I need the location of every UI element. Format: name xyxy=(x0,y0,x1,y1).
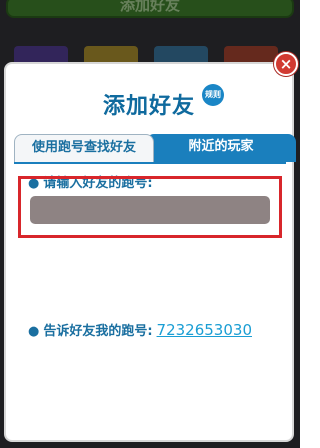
app-screen: 添加好友 添加好友 规则 使用跑号查找好友 附近的玩家 ● 请输入好友的跑号: ●… xyxy=(0,0,300,448)
tab-nearby-players[interactable]: 附近的玩家 xyxy=(146,134,296,162)
close-icon[interactable]: × xyxy=(274,52,298,76)
tab-search-by-runner-id[interactable]: 使用跑号查找好友 xyxy=(14,134,154,162)
add-friend-dialog: 添加好友 规则 使用跑号查找好友 附近的玩家 ● 请输入好友的跑号: ● 告诉好友我… xyxy=(4,62,296,442)
rules-icon[interactable]: 规则 xyxy=(202,84,224,106)
my-runner-id-row: ● 告诉好友我的跑号: 7232653030 xyxy=(28,320,252,339)
tab-bar: 使用跑号查找好友 附近的玩家 xyxy=(14,134,296,162)
my-runner-id-label: 告诉好友我的跑号: xyxy=(43,324,153,339)
bullet-icon: ● xyxy=(28,324,40,339)
my-runner-id-link[interactable]: 7232653030 xyxy=(157,321,252,339)
dialog-title: 添加好友 xyxy=(102,94,195,119)
runner-id-input[interactable] xyxy=(30,196,270,224)
